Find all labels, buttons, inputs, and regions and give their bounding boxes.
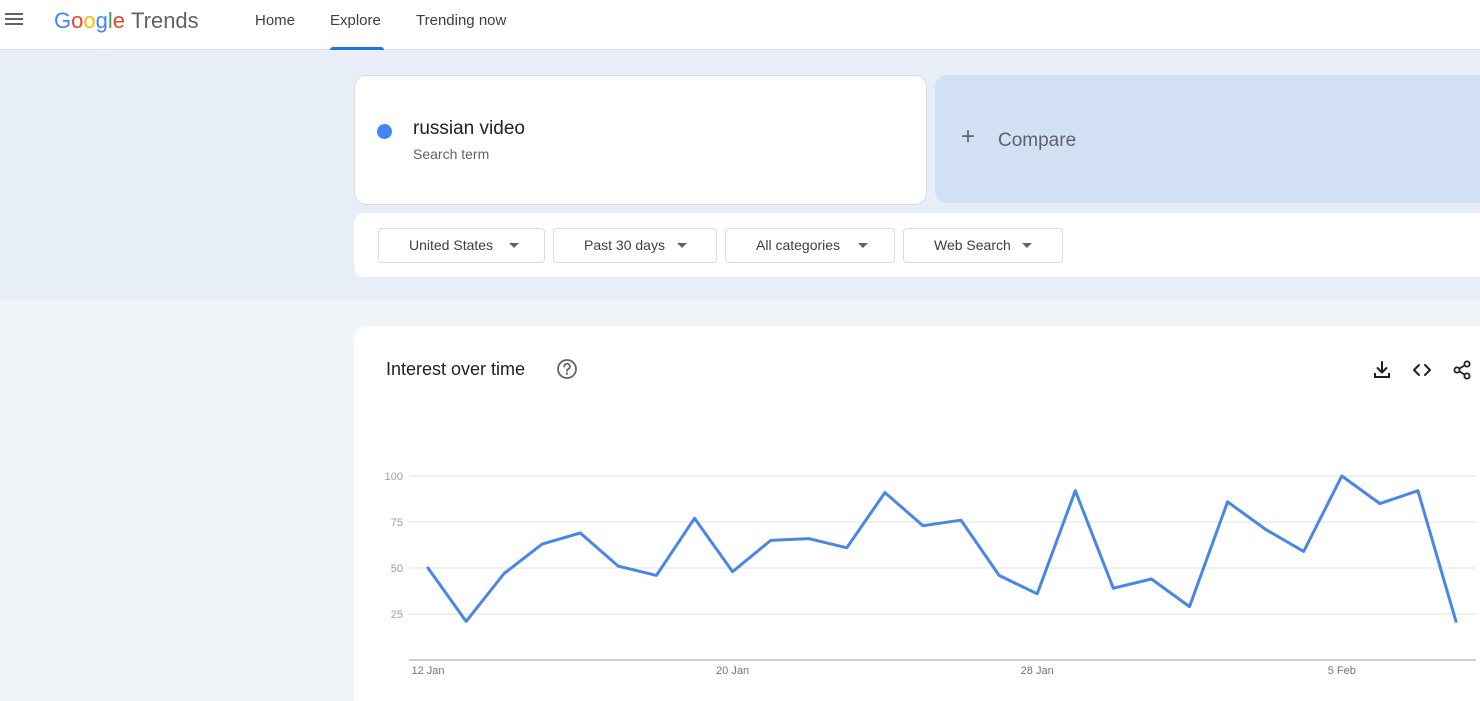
active-tab-indicator	[330, 47, 384, 50]
search-term-text[interactable]: russian video	[413, 118, 525, 140]
interest-over-time-card: Interest over time 25 50 75 100 12 Jan 20 Jan…	[354, 326, 1480, 701]
compare-button[interactable]: + Compare	[935, 75, 1480, 203]
region-filter[interactable]: United States	[378, 228, 545, 263]
x-tick-label: 20 Jan	[716, 665, 749, 677]
search-type-filter-label: Web Search	[934, 237, 1011, 253]
time-range-filter-label: Past 30 days	[584, 237, 665, 253]
x-tick-label: 28 Jan	[1021, 665, 1054, 677]
search-type-filter[interactable]: Web Search	[903, 228, 1063, 263]
x-tick-label: 5 Feb	[1328, 665, 1356, 677]
region-filter-label: United States	[409, 237, 494, 253]
interest-over-time-chart: 25 50 75 100 12 Jan 20 Jan 28 Jan 5 Feb	[385, 471, 1476, 677]
nav-tab-home[interactable]: Home	[255, 0, 295, 50]
google-trends-logo[interactable]: Google Trends	[54, 7, 199, 35]
search-term-card[interactable]: russian video Search term	[354, 75, 927, 205]
term-color-dot	[377, 124, 392, 139]
y-tick-label: 100	[385, 471, 403, 483]
x-tick-label: 12 Jan	[411, 665, 444, 677]
caret-down-icon	[509, 243, 519, 248]
series-line	[426, 474, 1458, 623]
google-trends-app: Google Trends Home Explore Trending now r…	[0, 0, 1480, 701]
top-bar: Google Trends Home Explore Trending now	[0, 0, 1480, 50]
category-filter[interactable]: All categories	[725, 228, 895, 263]
menu-icon[interactable]	[5, 11, 27, 29]
plus-icon: +	[961, 123, 976, 150]
nav-tab-trending-now[interactable]: Trending now	[416, 0, 506, 50]
compare-label: Compare	[998, 130, 1077, 151]
category-filter-label: All categories	[756, 237, 841, 253]
filter-bar: United States Past 30 days All categorie…	[354, 213, 1480, 277]
caret-down-icon	[858, 243, 868, 248]
caret-down-icon	[1022, 243, 1032, 248]
time-range-filter[interactable]: Past 30 days	[553, 228, 717, 263]
nav-tab-explore[interactable]: Explore	[330, 0, 381, 50]
search-term-type: Search term	[413, 146, 490, 162]
y-tick-label: 25	[391, 609, 403, 621]
caret-down-icon	[677, 243, 687, 248]
y-tick-label: 50	[391, 563, 403, 575]
y-tick-label: 75	[391, 517, 403, 529]
